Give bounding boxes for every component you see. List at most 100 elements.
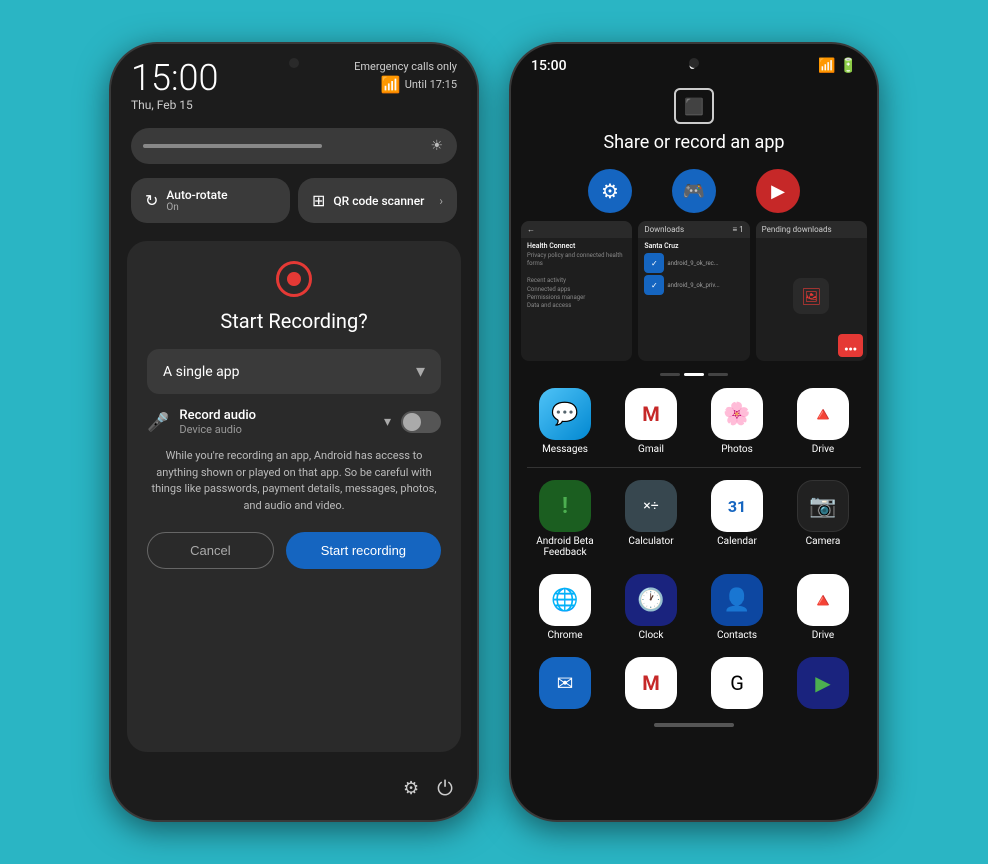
photos-glyph: 🌸: [723, 402, 750, 427]
photos-app[interactable]: 🌸 Photos: [699, 388, 775, 455]
qr-icon: ⊞: [312, 191, 325, 210]
warning-text: While you're recording an app, Android h…: [147, 448, 441, 514]
drive-label-1: Drive: [812, 444, 834, 455]
status-bar-left: 15:00 Thu, Feb 15 Emergency calls only 📶…: [111, 44, 477, 120]
preview-card-2-title: Santa Cruz: [644, 242, 743, 250]
chrome-app[interactable]: 🌐 Chrome: [527, 574, 603, 641]
app-row4-3[interactable]: G: [699, 657, 775, 709]
download-thumb-1: ✓: [644, 253, 664, 273]
contacts-glyph: 👤: [723, 588, 750, 613]
app-grid-row1: 💬 Messages M Gmail 🌸 Photos 🔺: [511, 380, 877, 463]
cancel-button[interactable]: Cancel: [147, 532, 274, 569]
power-icon[interactable]: ⏻: [437, 776, 453, 800]
pending-thumb: 🖼: [793, 278, 829, 314]
share-screen-icon: ⬛: [684, 97, 704, 116]
quick-tiles: ↻ Auto-rotate On ⊞ QR code scanner ›: [131, 178, 457, 223]
brightness-fill: [143, 144, 322, 148]
download-filename-1: android_9_ok_rec...: [667, 260, 718, 267]
camera-icon: 📷: [797, 480, 849, 532]
calculator-icon: ×÷: [625, 480, 677, 532]
mic-icon: 🎤: [147, 412, 169, 433]
youtube-app-icon[interactable]: ▶: [756, 169, 800, 213]
recording-circle-icon: [276, 261, 312, 297]
app-grid-row4: ✉ M G ▶: [511, 649, 877, 717]
preview-card-3-header: Pending downloads: [756, 221, 867, 238]
camera-label: Camera: [806, 536, 841, 547]
audio-toggle[interactable]: [401, 411, 441, 433]
drive-app-2[interactable]: 🔺 Drive: [785, 574, 861, 641]
android-beta-icon: !: [539, 480, 591, 532]
app-row4-1-icon: ✉: [539, 657, 591, 709]
share-title: Share or record an app: [603, 132, 784, 153]
app-row4-4-icon: ▶: [797, 657, 849, 709]
clock-glyph: 🕐: [637, 588, 664, 613]
contacts-label: Contacts: [717, 630, 757, 641]
clock-app[interactable]: 🕐 Clock: [613, 574, 689, 641]
battery-icon-right: 🔋: [840, 58, 857, 74]
calculator-app[interactable]: ×÷ Calculator: [613, 480, 689, 558]
gmail-icon: M: [625, 388, 677, 440]
qr-scanner-tile[interactable]: ⊞ QR code scanner ›: [298, 178, 457, 223]
date-left: Thu, Feb 15: [131, 98, 218, 112]
dialog-buttons: Cancel Start recording: [147, 532, 441, 569]
photos-label: Photos: [721, 444, 753, 455]
preview-card-2[interactable]: Downloads ≡ 1 Santa Cruz ✓ android_9_ok_…: [638, 221, 749, 361]
start-recording-button[interactable]: Start recording: [286, 532, 441, 569]
download-filename-2: android_9_ok_priv...: [667, 282, 719, 289]
app-row4-3-glyph: G: [730, 671, 744, 695]
android-beta-app[interactable]: ! Android Beta Feedback: [527, 480, 603, 558]
preview-card-1-text: Privacy policy and connected health form…: [527, 252, 626, 311]
contacts-app[interactable]: 👤 Contacts: [699, 574, 775, 641]
calendar-label: Calendar: [717, 536, 757, 547]
download-count: ≡ 1: [733, 225, 744, 234]
photos-icon: 🌸: [711, 388, 763, 440]
preview-card-3[interactable]: Pending downloads 🖼 ●●●: [756, 221, 867, 361]
app-row4-2-glyph: M: [642, 671, 660, 695]
preview-card-1-header: ←: [521, 221, 632, 238]
emergency-text: Emergency calls only: [354, 60, 457, 73]
brightness-slider[interactable]: ☀: [131, 128, 457, 164]
settings-app-icon[interactable]: ⚙: [588, 169, 632, 213]
camera-notch-right: [689, 58, 699, 68]
calendar-app[interactable]: 31 Calendar: [699, 480, 775, 558]
rec-icon-row: [147, 261, 441, 297]
dropdown-arrow-icon: ▾: [416, 361, 425, 382]
home-indicator-right: [654, 723, 734, 727]
auto-rotate-tile[interactable]: ↻ Auto-rotate On: [131, 178, 290, 223]
drive-app-1[interactable]: 🔺 Drive: [785, 388, 861, 455]
chrome-icon: 🌐: [539, 574, 591, 626]
qr-arrow: ›: [439, 194, 443, 208]
pending-label: Pending downloads: [762, 225, 832, 234]
app-row4-4[interactable]: ▶: [785, 657, 861, 709]
preview-cards: ← Health Connect Privacy policy and conn…: [511, 221, 877, 361]
download-thumb-2: ✓: [644, 275, 664, 295]
brightness-icon: ☀: [430, 138, 443, 154]
preview-card-1-title: Health Connect: [527, 242, 626, 250]
check-icon: ✓: [651, 259, 658, 268]
bottom-bar-left: ⚙ ⏻: [111, 764, 477, 820]
app-row4-1[interactable]: ✉: [527, 657, 603, 709]
app-dropdown[interactable]: A single app ▾: [147, 349, 441, 394]
calculator-glyph: ×÷: [643, 498, 658, 514]
camera-app[interactable]: 📷 Camera: [785, 480, 861, 558]
settings-icon[interactable]: ⚙: [403, 778, 419, 799]
auto-rotate-icon: ↻: [145, 191, 158, 210]
gmail-app[interactable]: M Gmail: [613, 388, 689, 455]
settings-icon-glyph: ⚙: [601, 179, 619, 203]
messages-app[interactable]: 💬 Messages: [527, 388, 603, 455]
preview-card-1[interactable]: ← Health Connect Privacy policy and conn…: [521, 221, 632, 361]
chrome-label: Chrome: [547, 630, 582, 641]
auto-rotate-sublabel: On: [166, 202, 227, 213]
calendar-icon: 31: [711, 480, 763, 532]
drive2-glyph: 🔺: [811, 588, 836, 612]
contacts-icon: 👤: [711, 574, 763, 626]
wifi-icon-left: 📶: [381, 75, 401, 94]
app-row4-4-glyph: ▶: [815, 671, 830, 695]
time-right: 15:00: [531, 58, 567, 74]
youtube-icon-glyph: ▶: [771, 181, 785, 202]
app-row4-2[interactable]: M: [613, 657, 689, 709]
pending-badge-text: ●●●: [844, 345, 857, 353]
right-screen: 15:00 ⏺ 📶 🔋 ⬛ Share or record an app ⚙ 🎮: [511, 44, 877, 820]
play-app-icon[interactable]: 🎮: [672, 169, 716, 213]
play-icon-glyph: 🎮: [683, 181, 705, 202]
